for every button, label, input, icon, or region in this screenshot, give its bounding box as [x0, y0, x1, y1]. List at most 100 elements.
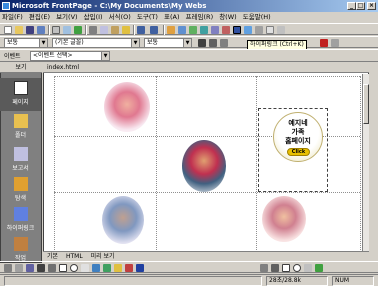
toolbar-separator: [163, 25, 165, 35]
refresh-icon[interactable]: [244, 26, 252, 34]
help-icon[interactable]: [277, 26, 285, 34]
font-size-combo[interactable]: 보통 ▼: [144, 38, 192, 48]
tab-preview[interactable]: 미리 보기: [91, 253, 115, 260]
menu-format[interactable]: 서식(O): [109, 13, 131, 21]
insert-table-icon[interactable]: [178, 26, 186, 34]
badge-click-button[interactable]: Click: [287, 148, 310, 156]
clipart-icon[interactable]: [103, 264, 111, 272]
chevron-down-icon[interactable]: ▼: [183, 39, 191, 47]
style-combo[interactable]: 보통 ▼: [4, 38, 48, 48]
drawing-icon[interactable]: [222, 26, 230, 34]
scrollbar-thumb[interactable]: [363, 84, 369, 124]
toolbar-options-icon[interactable]: [331, 39, 339, 47]
chevron-down-icon[interactable]: ▼: [131, 39, 139, 47]
select-objects-icon[interactable]: [15, 264, 23, 272]
hyperlink-icon[interactable]: [233, 26, 241, 34]
title-bar: Microsoft FrontPage - C:\My Documents\My…: [0, 0, 378, 12]
undo-icon[interactable]: [137, 26, 145, 34]
line-icon[interactable]: [37, 264, 45, 272]
vertical-scrollbar[interactable]: [362, 74, 369, 256]
mother-child-photo[interactable]: [102, 196, 144, 244]
window-title: Microsoft FrontPage - C:\My Documents\My…: [12, 2, 207, 10]
copy-icon[interactable]: [100, 26, 108, 34]
oval-icon[interactable]: [70, 264, 78, 272]
view-page-label: 페이지: [12, 99, 29, 106]
document-tab[interactable]: index.html: [43, 63, 369, 73]
draw-line-icon[interactable]: [271, 264, 279, 272]
paste-icon[interactable]: [111, 26, 119, 34]
minimize-button[interactable]: _: [347, 2, 356, 10]
family-photo[interactable]: [182, 140, 226, 192]
menu-help[interactable]: 도움말(H): [243, 13, 271, 21]
formatting-toolbar: 보통 ▼ (기본 글꼴) ▼ 보통 ▼: [0, 36, 378, 48]
close-button[interactable]: ×: [367, 2, 376, 10]
rectangle-icon[interactable]: [59, 264, 67, 272]
tab-normal[interactable]: 기본: [47, 253, 58, 260]
tab-html[interactable]: HTML: [66, 253, 83, 260]
drawing-toolbar: [0, 261, 378, 273]
format-painter-icon[interactable]: [122, 26, 130, 34]
draw-picture-icon[interactable]: [315, 264, 323, 272]
print-icon[interactable]: [52, 26, 60, 34]
draw-oval-icon[interactable]: [293, 264, 301, 272]
italic-icon[interactable]: [209, 39, 217, 47]
font-combo-value: (기본 글꼴): [55, 39, 84, 46]
draw-textbox-icon[interactable]: [304, 264, 312, 272]
event-combo[interactable]: <이벤트 선택> ▼: [30, 51, 110, 61]
font-color-icon[interactable]: [136, 264, 144, 272]
toolbar-separator: [48, 25, 50, 35]
download-time: 28초/28.8k: [266, 276, 328, 286]
view-page[interactable]: 페이지: [0, 78, 41, 111]
menu-window[interactable]: 창(W): [219, 13, 236, 21]
view-hyperlinks[interactable]: 하이퍼링크: [0, 204, 41, 237]
bold-icon[interactable]: [198, 39, 206, 47]
menu-tools[interactable]: 도구(T): [137, 13, 158, 21]
font-size-combo-value: 보통: [147, 39, 159, 46]
draw-rectangle-icon[interactable]: [282, 264, 290, 272]
insert-component-icon[interactable]: [167, 26, 175, 34]
open-folder-icon[interactable]: [15, 26, 23, 34]
underline-icon[interactable]: [220, 39, 228, 47]
insert-web-component-icon[interactable]: [200, 26, 208, 34]
print-preview-icon[interactable]: [63, 26, 71, 34]
autoshapes-icon[interactable]: [26, 264, 34, 272]
show-all-icon[interactable]: [266, 26, 274, 34]
font-color-icon[interactable]: [320, 39, 328, 47]
maximize-button[interactable]: □: [356, 2, 365, 10]
menu-table[interactable]: 표(A): [164, 13, 180, 21]
view-hyperlinks-label: 하이퍼링크: [6, 225, 35, 232]
insert-picture-icon[interactable]: [189, 26, 197, 34]
view-folders[interactable]: 폴더: [0, 111, 41, 144]
stop-icon[interactable]: [255, 26, 263, 34]
badge-line-1: 예지네: [288, 119, 308, 127]
wordart-icon[interactable]: [92, 264, 100, 272]
spelling-icon[interactable]: [74, 26, 82, 34]
arrow-icon[interactable]: [48, 264, 56, 272]
draw-menu-icon[interactable]: [4, 264, 12, 272]
num-lock-indicator: NUM: [332, 276, 374, 286]
new-page-icon[interactable]: [4, 26, 12, 34]
frames-icon[interactable]: [211, 26, 219, 34]
line-color-icon[interactable]: [125, 264, 133, 272]
cut-icon[interactable]: [89, 26, 97, 34]
save-icon[interactable]: [26, 26, 34, 34]
chevron-down-icon[interactable]: ▼: [39, 39, 47, 47]
publish-icon[interactable]: [37, 26, 45, 34]
standard-toolbar: [0, 23, 378, 35]
view-navigation[interactable]: 탐색: [0, 174, 41, 207]
textbox-icon[interactable]: [81, 264, 89, 272]
fill-color-icon[interactable]: [114, 264, 122, 272]
draw-select-icon[interactable]: [260, 264, 268, 272]
menu-file[interactable]: 파일(F): [2, 13, 23, 21]
portrait-photo[interactable]: [262, 196, 306, 242]
child-photo[interactable]: [104, 82, 150, 132]
menu-edit[interactable]: 편집(E): [29, 13, 50, 21]
menu-insert[interactable]: 삽입(I): [84, 13, 103, 21]
menu-frames[interactable]: 프레임(R): [186, 13, 214, 21]
font-combo[interactable]: (기본 글꼴) ▼: [52, 38, 140, 48]
chevron-down-icon[interactable]: ▼: [101, 52, 109, 60]
view-reports[interactable]: 보고서: [0, 144, 41, 177]
badge-line-2: 가족: [291, 128, 305, 136]
redo-icon[interactable]: [150, 26, 158, 34]
menu-view[interactable]: 보기(V): [56, 13, 77, 21]
